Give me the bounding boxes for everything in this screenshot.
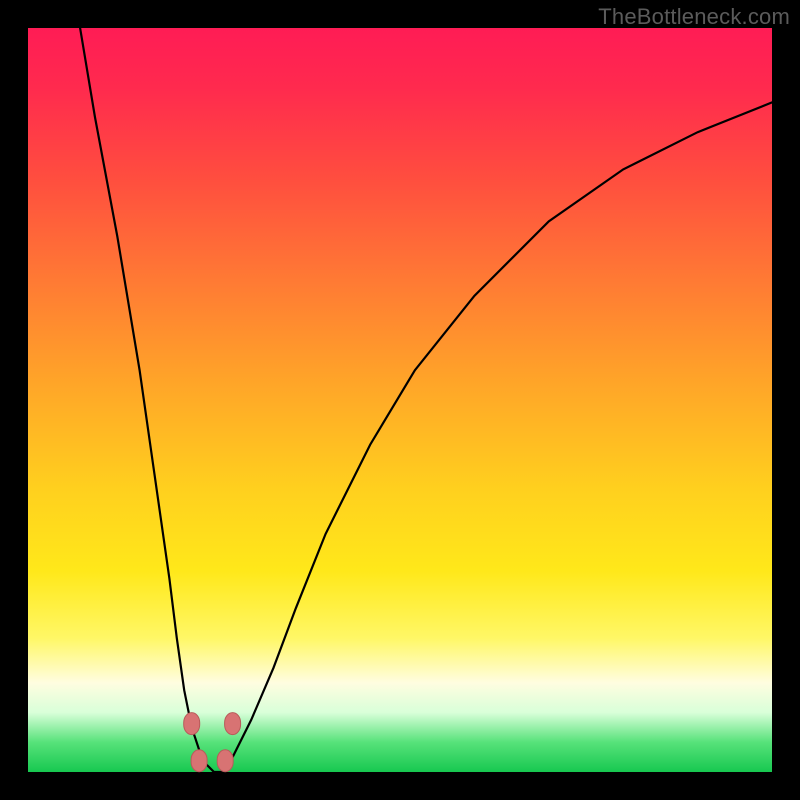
curve-marker	[184, 713, 200, 735]
curve-marker	[217, 750, 233, 772]
bottleneck-curve	[80, 28, 772, 772]
watermark-label: TheBottleneck.com	[598, 4, 790, 30]
curve-marker	[191, 750, 207, 772]
curve-marker	[225, 713, 241, 735]
curve-layer	[28, 28, 772, 772]
chart-frame: TheBottleneck.com	[0, 0, 800, 800]
plot-area	[28, 28, 772, 772]
curve-markers	[184, 713, 241, 772]
